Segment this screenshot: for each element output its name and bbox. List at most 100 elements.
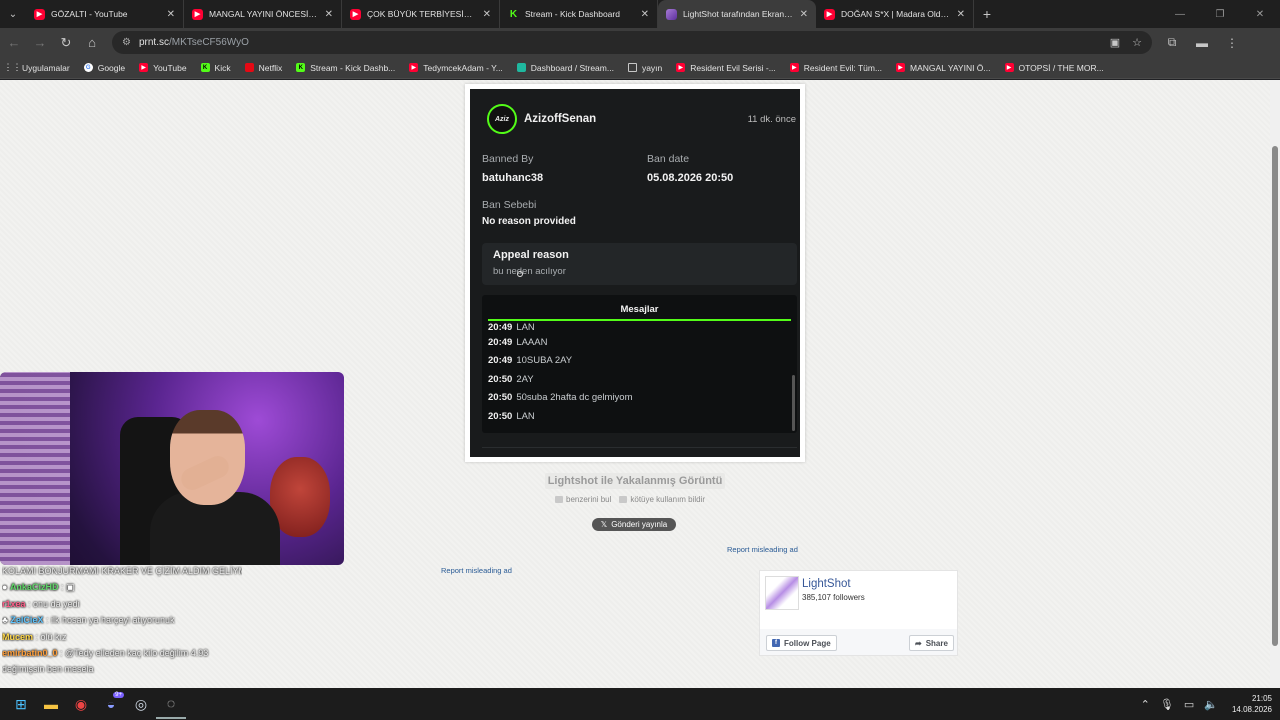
kick-icon: K (200, 63, 210, 72)
bookmark-item[interactable]: Dashboard / Stream... (516, 62, 614, 73)
volume-icon[interactable]: 🔈 (1204, 698, 1218, 711)
lightshot-caption: Lightshot ile Yakalanmış Görüntü (545, 473, 725, 489)
tab-3[interactable]: K Stream - Kick Dashboard ✕ (500, 0, 658, 28)
windows-start-icon[interactable]: ⊞ (6, 689, 36, 719)
home-icon[interactable]: ⌂ (80, 31, 104, 55)
report-abuse-link[interactable]: kötüye kullanım bildir (619, 495, 705, 504)
close-icon[interactable]: ✕ (641, 9, 649, 20)
tab-5[interactable]: ▶ DOĞAN S*X | Madara Olduk # ✕ (816, 0, 974, 28)
steam-icon[interactable]: ◎ (126, 689, 156, 719)
obs-icon[interactable]: ◌ (156, 689, 186, 719)
cursor-icon (517, 271, 523, 277)
tab-4-active[interactable]: LightShot tarafından Ekran Gör ✕ (658, 0, 816, 28)
bookmark-item[interactable]: ▶ MANGAL YAYINI Ö... (896, 63, 991, 73)
youtube-icon: ▶ (789, 63, 799, 72)
fb-followers: 385,107 followers (802, 593, 865, 602)
browser-toolbar: ← → ↻ ⌂ ⚙ prnt.sc/MKTseCF56WyO ▣ ☆ ⧉ ▬ ⋮ (0, 28, 1280, 57)
tab-search-chevron-icon[interactable]: ⌄ (0, 0, 26, 28)
streamer-head (170, 410, 245, 505)
bookmark-label: TedymcekAdam - Y... (423, 62, 503, 73)
dashboard-icon (516, 63, 526, 72)
lightshot-icon (666, 8, 677, 20)
bookmark-item[interactable]: G Google (83, 63, 125, 73)
back-arrow-icon[interactable]: ← (2, 31, 26, 55)
chat-message: Mucem : ölü kız (2, 631, 67, 642)
bookmark-item[interactable]: ▶ YouTube (139, 63, 187, 73)
close-icon[interactable]: ✕ (325, 9, 333, 20)
bookmark-label: Netflix (258, 62, 283, 73)
message-text: LAN (516, 322, 535, 333)
close-icon[interactable]: ✕ (167, 9, 175, 20)
discord-icon[interactable]: ◒ 9+ (96, 689, 126, 719)
system-clock[interactable]: 21:05 14.08.2026 (1232, 693, 1272, 715)
message-row: 20:50 2AY (488, 370, 788, 389)
user-avatar: Aziz (487, 104, 517, 134)
tweet-button[interactable]: 𝕏 Gönderi yayınla (592, 518, 676, 531)
apps-grid-icon: ⋮⋮ (3, 62, 22, 72)
display-icon[interactable]: ▭ (1184, 698, 1194, 711)
message-time: 20:50 (488, 373, 513, 385)
close-icon[interactable]: ✕ (483, 9, 491, 20)
new-tab-plus-icon[interactable]: + (974, 0, 1000, 28)
toolbar-right: ⧉ ▬ ⋮ (1160, 31, 1244, 55)
forward-arrow-icon[interactable]: → (28, 31, 52, 55)
microphone-icon[interactable]: 🎙 (1160, 698, 1174, 711)
bookmark-item[interactable]: Netflix (244, 62, 283, 73)
flag-icon (619, 496, 628, 504)
messages-tab: Mesajlar (620, 304, 659, 315)
youtube-icon: ▶ (824, 8, 835, 20)
bookmark-folder[interactable]: yayın (627, 63, 662, 73)
address-bar[interactable]: ⚙ prnt.sc/MKTseCF56WyO ▣ ☆ (112, 31, 1152, 54)
bookmark-label: Dashboard / Stream... (530, 62, 614, 73)
menu-dots-icon[interactable]: ⋮ (1220, 31, 1244, 55)
divider (482, 447, 797, 448)
message-time: 20:50 (488, 392, 513, 404)
tab-label: MANGAL YAYINI ÖNCESİ MEKİ (209, 9, 319, 19)
reload-icon[interactable]: ↻ (54, 31, 78, 55)
scroll-thumb[interactable] (1272, 146, 1278, 646)
bookmark-item[interactable]: K Stream - Kick Dashb... (296, 63, 395, 73)
minimize-icon[interactable]: — (1160, 0, 1200, 28)
bookmarks-bar: ⋮⋮ Uygulamalar G Google ▶ YouTube K Kick Net… (0, 57, 1280, 79)
page-scrollbar[interactable] (1270, 80, 1280, 688)
window-blinds (0, 372, 70, 565)
bookmark-item[interactable]: ▶ OTOPSİ / THE MOR... (1004, 63, 1104, 73)
bookmark-item[interactable]: K Kick (200, 63, 231, 73)
site-info-icon[interactable]: ⚙ (122, 37, 131, 48)
chat-user: emirbatin0_0 (2, 647, 58, 658)
report-ad-link[interactable]: Report misleading ad (727, 545, 798, 554)
cast-icon[interactable]: ▣ (1110, 36, 1120, 49)
report-ad-link[interactable]: Report misleading ad (441, 566, 512, 575)
bookmark-item[interactable]: ▶ Resident Evil Serisi -... (676, 63, 776, 73)
x-logo-icon: 𝕏 (600, 520, 608, 529)
chevron-up-icon[interactable]: ⌃ (1141, 698, 1150, 711)
tab-0[interactable]: ▶ GÖZALTI - YouTube ✕ (26, 0, 184, 28)
message-text: 2AY (516, 373, 534, 385)
bookmark-star-icon[interactable]: ☆ (1132, 36, 1142, 49)
tab-1[interactable]: ▶ MANGAL YAYINI ÖNCESİ MEKİ ✕ (184, 0, 342, 28)
file-explorer-icon[interactable]: ▬ (36, 689, 66, 719)
extensions-puzzle-icon[interactable]: ⧉ (1160, 31, 1184, 55)
window-controls: — ❐ ✕ (1160, 0, 1280, 28)
close-icon[interactable]: ✕ (957, 9, 965, 20)
close-icon[interactable]: ✕ (800, 9, 808, 20)
ban-date-label: Ban date (647, 153, 690, 165)
find-similar-link[interactable]: benzerini bul (555, 495, 611, 504)
youtube-icon: ▶ (192, 8, 203, 20)
follow-page-button[interactable]: f Follow Page (766, 635, 837, 651)
bookmark-item[interactable]: ⋮⋮ Uygulamalar (3, 62, 70, 73)
kick-icon: K (296, 63, 306, 72)
share-button[interactable]: ➦ Share (909, 635, 954, 651)
chrome-icon[interactable]: ◉ (66, 689, 96, 719)
bookmark-item[interactable]: ▶ TedymcekAdam - Y... (409, 63, 503, 73)
tab-2[interactable]: ▶ ÇOK BÜYÜK TERBİYESİZLİK BEN ✕ (342, 0, 500, 28)
message-row: 20:49 LAAAN (488, 333, 788, 352)
profile-avatar-icon[interactable]: ▬ (1190, 31, 1214, 55)
message-row: 20:50 LAN (488, 407, 788, 426)
bookmark-item[interactable]: ▶ Resident Evil: Tüm... (789, 63, 882, 73)
lightshot-logo-icon[interactable] (765, 576, 799, 610)
fb-page-name[interactable]: LightShot (802, 578, 851, 590)
maximize-icon[interactable]: ❐ (1200, 0, 1240, 28)
window-close-icon[interactable]: ✕ (1240, 0, 1280, 28)
chat-text: ilk hosan ya harçeyi atıyorunuk (50, 615, 175, 626)
